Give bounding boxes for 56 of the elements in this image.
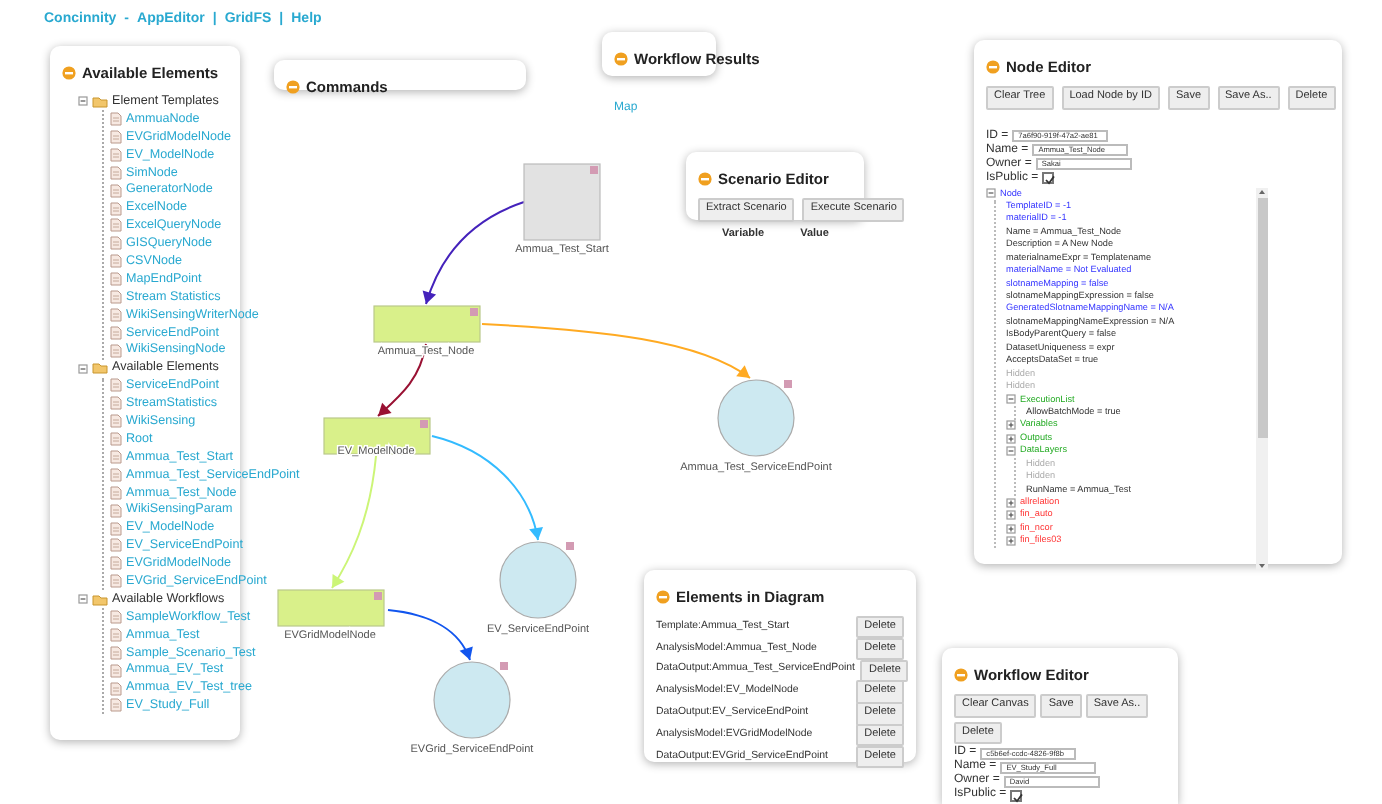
- file-icon: [110, 165, 122, 180]
- file-icon: [110, 378, 122, 393]
- endpoint-node[interactable]: [717, 379, 795, 457]
- endpoint-node[interactable]: [499, 541, 577, 619]
- file-icon: [110, 467, 122, 482]
- expand-toggle-icon[interactable]: [1006, 536, 1016, 547]
- collapse-icon[interactable]: [698, 172, 712, 187]
- collapse-icon[interactable]: [614, 52, 628, 67]
- file-icon: [110, 414, 122, 429]
- collapse-icon[interactable]: [986, 60, 1000, 75]
- folder-icon: [92, 95, 108, 108]
- folder-icon: [92, 593, 108, 606]
- collapse-toggle-icon[interactable]: [78, 96, 88, 107]
- file-icon: [110, 574, 122, 589]
- template-node[interactable]: [523, 163, 601, 241]
- check-icon: [1044, 174, 1057, 187]
- collapse-icon[interactable]: [954, 668, 968, 683]
- expand-toggle-icon[interactable]: [1006, 523, 1016, 534]
- file-icon: [110, 556, 122, 571]
- collapse-toggle-icon[interactable]: [78, 594, 88, 605]
- file-icon: [110, 325, 122, 340]
- expand-toggle-icon[interactable]: [1006, 497, 1016, 508]
- endpoint-node[interactable]: [433, 661, 511, 739]
- file-icon: [110, 663, 122, 678]
- file-icon: [110, 432, 122, 447]
- model-node[interactable]: [323, 417, 431, 455]
- folder-icon: [92, 362, 108, 375]
- model-node[interactable]: [373, 305, 481, 343]
- collapse-toggle-icon[interactable]: [1006, 446, 1016, 457]
- collapse-icon[interactable]: [656, 590, 670, 605]
- model-node[interactable]: [277, 589, 385, 627]
- collapse-toggle-icon[interactable]: [986, 188, 996, 199]
- expand-toggle-icon[interactable]: [1006, 433, 1016, 444]
- file-icon: [110, 307, 122, 322]
- file-icon: [110, 503, 122, 518]
- checkbox[interactable]: [1042, 172, 1055, 185]
- expand-toggle-icon[interactable]: [1006, 510, 1016, 521]
- collapse-toggle-icon[interactable]: [1006, 394, 1016, 405]
- expand-toggle-icon[interactable]: [1006, 420, 1016, 431]
- file-icon: [110, 236, 122, 251]
- checkbox[interactable]: [1010, 789, 1023, 802]
- collapse-icon[interactable]: [62, 66, 76, 81]
- file-icon: [110, 645, 122, 660]
- file-icon: [110, 396, 122, 411]
- collapse-icon[interactable]: [286, 80, 300, 95]
- file-icon: [110, 343, 122, 358]
- file-icon: [110, 254, 122, 269]
- file-icon: [110, 147, 122, 162]
- scrollbar[interactable]: [1256, 187, 1268, 570]
- file-icon: [110, 450, 122, 464]
- collapse-toggle-icon[interactable]: [78, 363, 88, 374]
- file-icon: [110, 485, 122, 500]
- file-icon: [110, 183, 122, 198]
- scrollbar-thumb[interactable]: [1257, 197, 1267, 438]
- scroll-up-icon: [1258, 187, 1266, 196]
- check-icon: [1012, 791, 1025, 804]
